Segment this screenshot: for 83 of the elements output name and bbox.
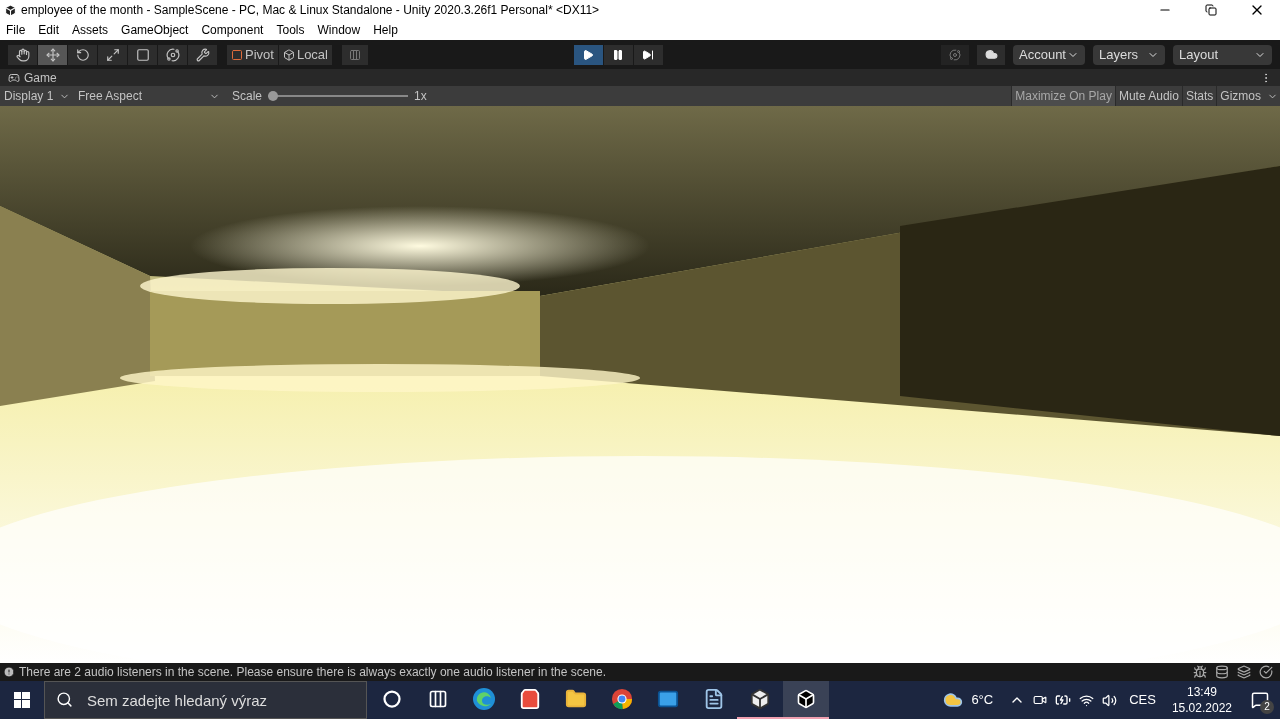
- info-icon: [3, 666, 15, 678]
- display-dropdown[interactable]: Display 1: [0, 86, 74, 106]
- volume-icon: [1102, 692, 1118, 708]
- step-icon: [642, 48, 655, 61]
- menu-item[interactable]: GameObject: [121, 21, 189, 39]
- tool-button[interactable]: [128, 44, 157, 65]
- rect-icon: [135, 47, 150, 62]
- notifications-button[interactable]: 2: [1240, 681, 1280, 719]
- battery-icon: [1055, 692, 1072, 708]
- date: 15.02.2022: [1171, 700, 1232, 716]
- menu-item[interactable]: Assets: [72, 21, 109, 39]
- menu-item[interactable]: Window: [317, 21, 361, 39]
- menu-item[interactable]: File: [6, 21, 26, 39]
- cube-icon: [282, 48, 295, 61]
- tool-button[interactable]: [188, 44, 217, 65]
- scale-slider[interactable]: [268, 91, 409, 101]
- search-icon: [56, 691, 73, 708]
- pause-button[interactable]: [604, 44, 633, 65]
- time: 13:49: [1186, 684, 1217, 700]
- transform-icon: [165, 47, 180, 62]
- tools-icon: [195, 47, 210, 62]
- language-indicator[interactable]: CES: [1129, 690, 1156, 710]
- tool-button[interactable]: [8, 44, 37, 65]
- document-icon: [703, 688, 725, 710]
- restore-icon: [1205, 4, 1217, 16]
- clock[interactable]: 13:49 15.02.2022: [1163, 684, 1240, 716]
- notification-count: 2: [1260, 700, 1274, 714]
- tool-button[interactable]: [38, 44, 67, 65]
- pause-icon: [612, 48, 625, 61]
- window-title: employee of the month - SampleScene - PC, Mac & Linux Standalone - Unity 2020.3.26f1 Personal* <DX11>: [21, 2, 600, 19]
- scale-reading: 1x: [414, 88, 427, 105]
- taskbar-app[interactable]: [783, 681, 829, 719]
- step-button[interactable]: [634, 44, 663, 65]
- camera-icon: [1033, 693, 1048, 707]
- folder-icon: [565, 688, 587, 710]
- task-view-icon: [428, 689, 448, 709]
- menu-item[interactable]: Help: [373, 21, 398, 39]
- temperature: 6°C: [971, 691, 994, 710]
- menu-item[interactable]: Tools: [276, 21, 305, 39]
- aspect-dropdown[interactable]: Free Aspect: [74, 86, 224, 106]
- move-arrows-icon: [45, 47, 60, 62]
- tool-button[interactable]: [158, 44, 187, 65]
- grid-snap-button[interactable]: [342, 44, 368, 65]
- pivot-button[interactable]: Pivot: [227, 44, 278, 65]
- game-tab[interactable]: Game: [8, 68, 57, 87]
- slider-thumb[interactable]: [268, 91, 279, 101]
- bug-icon: [1193, 665, 1207, 679]
- notification-icon: [1251, 691, 1269, 709]
- status-message: There are 2 audio listeners in the scene. Please ensure there is always exactly one audio listener in the scene.: [19, 664, 606, 681]
- circle-icon: [383, 690, 401, 708]
- database-icon: [1215, 665, 1229, 679]
- grid-icon: [349, 48, 361, 61]
- chrome-icon: [611, 688, 633, 710]
- menu-item[interactable]: Component: [201, 21, 264, 39]
- account-dropdown[interactable]: Account: [1013, 44, 1085, 65]
- unity-cube-icon: [796, 689, 816, 709]
- scale-icon: [105, 47, 120, 62]
- gamepad-icon: [8, 71, 20, 84]
- cube-icon: [749, 688, 771, 710]
- wifi-icon: [1079, 692, 1095, 708]
- weather-icon: [943, 690, 964, 710]
- toolbar-toggle[interactable]: Maximize On Play: [1011, 86, 1115, 106]
- layers-dropdown[interactable]: Layers: [1093, 44, 1165, 65]
- cloud-icon: [984, 48, 998, 61]
- play-button[interactable]: [574, 44, 603, 65]
- pivot-icon: [231, 48, 243, 61]
- rotate-icon: [75, 47, 90, 62]
- windows-logo-icon: [14, 692, 30, 708]
- layout-dropdown[interactable]: Layout: [1173, 44, 1272, 65]
- play-icon: [582, 48, 595, 61]
- check-circle-icon: [1259, 665, 1273, 679]
- tool-button[interactable]: [98, 44, 127, 65]
- unity-logo-icon: [4, 3, 17, 17]
- scale-label: Scale: [232, 88, 263, 105]
- layers-icon: [1237, 665, 1251, 679]
- space-button[interactable]: Local: [278, 44, 332, 65]
- menu-item[interactable]: Edit: [38, 21, 60, 39]
- hand-icon: [15, 47, 30, 62]
- cloud-button[interactable]: [977, 44, 1005, 65]
- tool-button[interactable]: [68, 44, 97, 65]
- collab-button[interactable]: [941, 44, 969, 65]
- edge-icon: [472, 687, 496, 711]
- search-field[interactable]: Sem zadejte hledaný výraz: [44, 681, 367, 719]
